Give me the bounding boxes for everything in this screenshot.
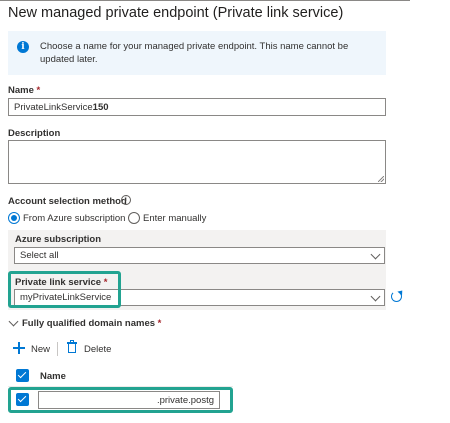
name-input[interactable]: PrivateLinkService 150 xyxy=(8,98,386,116)
required-marker: * xyxy=(157,318,162,329)
highlight-private-link-service xyxy=(8,271,121,308)
description-textarea[interactable] xyxy=(8,140,386,184)
radio-from-azure-subscription-label[interactable]: From Azure subscription xyxy=(23,213,125,224)
fqdn-name-input[interactable]: .private.postg xyxy=(38,391,220,409)
required-marker: * xyxy=(36,85,41,96)
radio-enter-manually[interactable] xyxy=(128,212,140,224)
name-label: Name * xyxy=(8,85,41,96)
azure-subscription-label: Azure subscription xyxy=(15,234,102,245)
new-button[interactable]: New xyxy=(31,344,50,355)
info-circle-icon[interactable]: i xyxy=(121,195,131,205)
azure-subscription-dropdown[interactable]: Select all xyxy=(14,247,385,264)
radio-enter-manually-label[interactable]: Enter manually xyxy=(143,213,206,224)
page-title: New managed private endpoint (Private li… xyxy=(8,5,344,21)
description-label: Description xyxy=(8,128,61,139)
info-banner-text: Choose a name for your managed private e… xyxy=(40,41,349,65)
resize-grip-icon[interactable] xyxy=(378,176,384,182)
chevron-down-icon[interactable] xyxy=(8,316,19,327)
select-all-checkbox[interactable] xyxy=(16,369,29,382)
delete-button[interactable]: Delete xyxy=(84,344,111,355)
new-icon[interactable] xyxy=(12,341,26,355)
top-divider xyxy=(0,0,410,1)
toolbar-divider xyxy=(57,342,58,356)
fqdn-section-header[interactable]: Fully qualified domain names * xyxy=(22,318,161,329)
name-column-header: Name xyxy=(40,371,66,382)
delete-icon[interactable] xyxy=(67,340,77,353)
account-selection-label: Account selection method xyxy=(8,196,127,207)
row-checkbox[interactable] xyxy=(16,393,29,406)
radio-from-azure-subscription[interactable] xyxy=(8,212,20,224)
refresh-icon[interactable] xyxy=(391,291,402,302)
info-icon: i xyxy=(17,41,29,53)
